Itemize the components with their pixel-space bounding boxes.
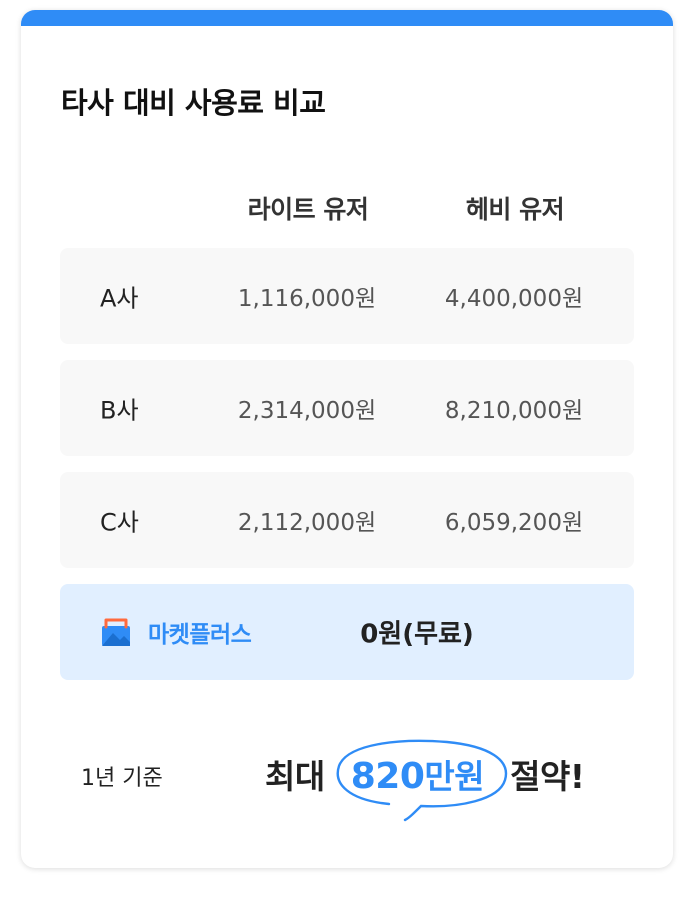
heavy-user-price: 6,059,200원 <box>444 510 584 536</box>
comparison-row-b: B사 2,314,000원 8,210,000원 <box>60 360 634 456</box>
light-user-price: 2,314,000원 <box>237 398 377 424</box>
savings-suffix: 절약! <box>510 757 585 796</box>
company-name: A사 <box>100 284 139 313</box>
savings-headline: 최대 820만원 절약! <box>265 739 585 822</box>
comparison-row-c: C사 2,112,000원 6,059,200원 <box>60 472 634 568</box>
card-title: 타사 대비 사용료 비교 <box>61 86 326 120</box>
light-user-price: 2,112,000원 <box>237 510 377 536</box>
column-header-heavy-user: 헤비 유저 <box>465 195 565 224</box>
marketplace-name: 마켓플러스 <box>148 622 252 648</box>
heavy-user-price: 4,400,000원 <box>444 286 584 312</box>
company-name: C사 <box>100 508 139 537</box>
card-top-accent-bar <box>21 10 673 26</box>
period-basis-label: 1년 기준 <box>81 766 163 791</box>
heavy-user-price: 8,210,000원 <box>444 398 584 424</box>
marketplace-price: 0원(무료) <box>360 619 474 650</box>
comparison-row-a: A사 1,116,000원 4,400,000원 <box>60 248 634 344</box>
circle-highlight-icon <box>336 739 507 822</box>
company-name: B사 <box>100 396 139 425</box>
pricing-comparison-card: 타사 대비 사용료 비교 라이트 유저 헤비 유저 A사 1,116,000원 … <box>21 10 673 868</box>
marketplace-store-icon <box>102 618 130 646</box>
savings-prefix: 최대 <box>265 757 325 796</box>
marketplace-row: 마켓플러스 0원(무료) <box>60 584 634 680</box>
light-user-price: 1,116,000원 <box>237 286 377 312</box>
savings-highlight: 820만원 <box>336 739 507 822</box>
column-header-light-user: 라이트 유저 <box>247 195 369 224</box>
